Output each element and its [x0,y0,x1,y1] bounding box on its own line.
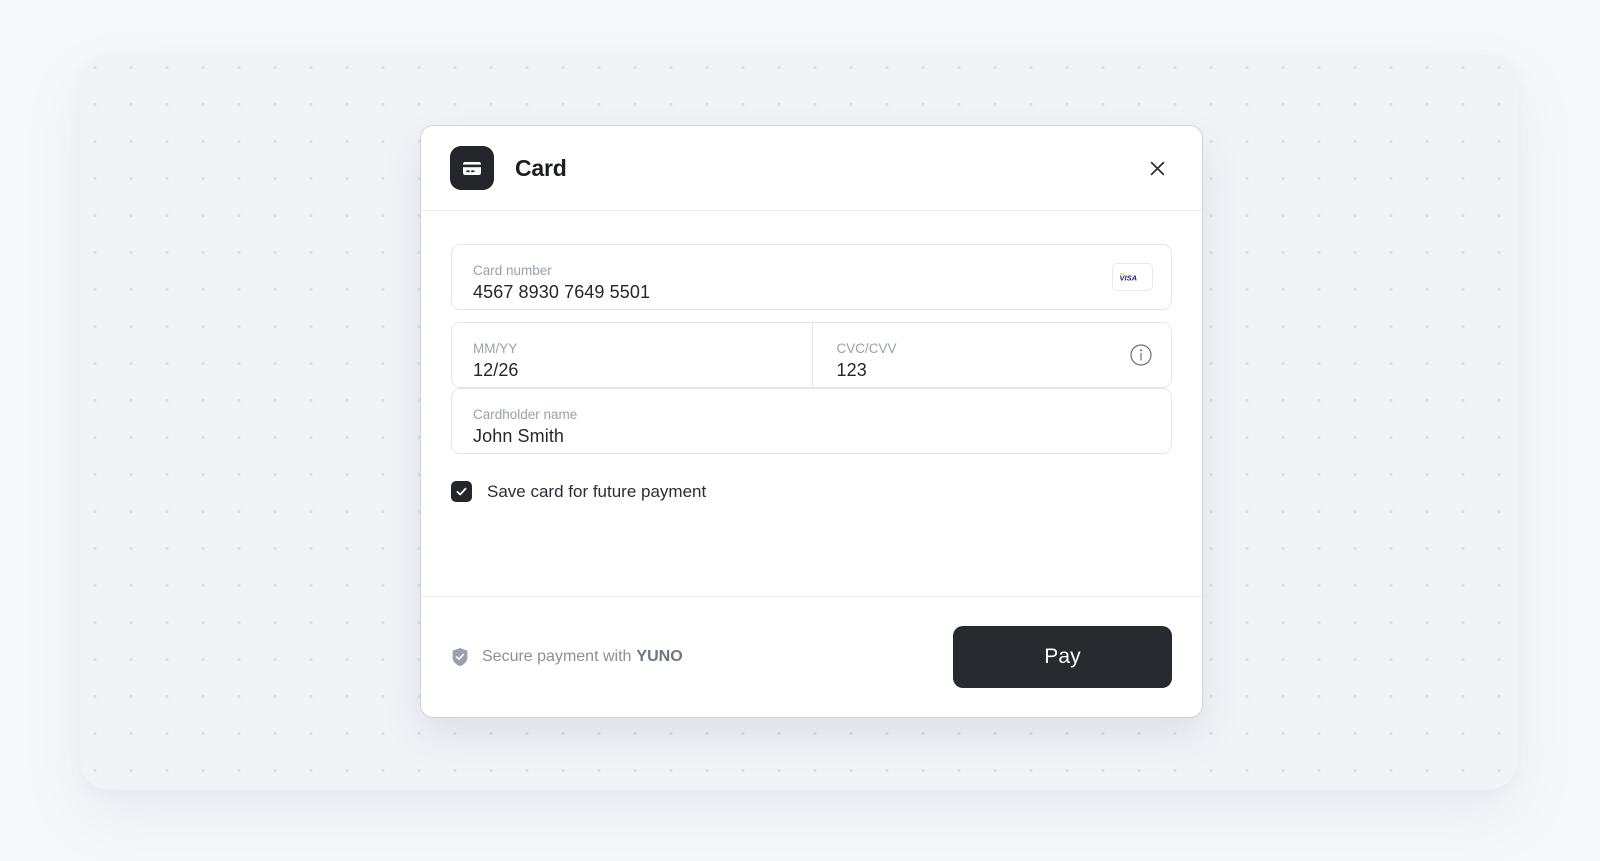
secure-payment-text: Secure payment with [482,648,632,665]
cvc-info-wrapper [1129,343,1153,367]
secure-payment-brand: YUNO [636,648,683,665]
card-brand-badge: VISA [1112,263,1153,291]
shield-check-icon [452,648,468,666]
credit-card-icon [450,146,494,190]
visa-logo: VISA [1112,263,1153,291]
card-number-value: 4567 8930 7649 5501 [473,281,651,302]
check-icon [456,487,467,496]
card-number-label: Card number [473,262,552,278]
cardholder-name-label: Cardholder name [473,406,578,422]
save-card-label: Save card for future payment [487,482,707,501]
checkbox-box[interactable] [451,481,472,502]
cvc-input[interactable]: CVC/CVV 123 [811,323,1171,387]
cardholder-name-value: John Smith [473,425,565,446]
cardholder-name-input[interactable]: Cardholder name John Smith [451,388,1172,454]
expiry-label: MM/YY [473,340,518,356]
cvc-label: CVC/CVV [836,340,897,356]
info-circle-icon[interactable] [1129,343,1153,367]
save-card-checkbox[interactable]: Save card for future payment [451,481,706,502]
svg-text:VISA: VISA [1119,274,1137,283]
card-payment-modal: Card Card number 4567 8930 7649 5501 VIS… [420,125,1203,718]
card-number-input[interactable]: Card number 4567 8930 7649 5501 VISA [451,244,1172,310]
page-title: Card [515,154,567,181]
expiry-value: 12/26 [473,359,519,380]
modal-footer: Secure payment with YUNO Pay [421,596,1202,717]
cvc-value: 123 [836,359,867,380]
expiry-cvc-row: MM/YY 12/26 CVC/CVV 123 [451,322,1172,388]
modal-body: Card number 4567 8930 7649 5501 VISA MM/… [421,211,1202,596]
pay-button[interactable]: Pay [953,626,1172,688]
secure-payment-note: Secure payment with YUNO [451,647,683,667]
close-icon[interactable] [1142,153,1172,183]
modal-header: Card [421,126,1202,211]
expiry-input[interactable]: MM/YY 12/26 [452,323,812,387]
